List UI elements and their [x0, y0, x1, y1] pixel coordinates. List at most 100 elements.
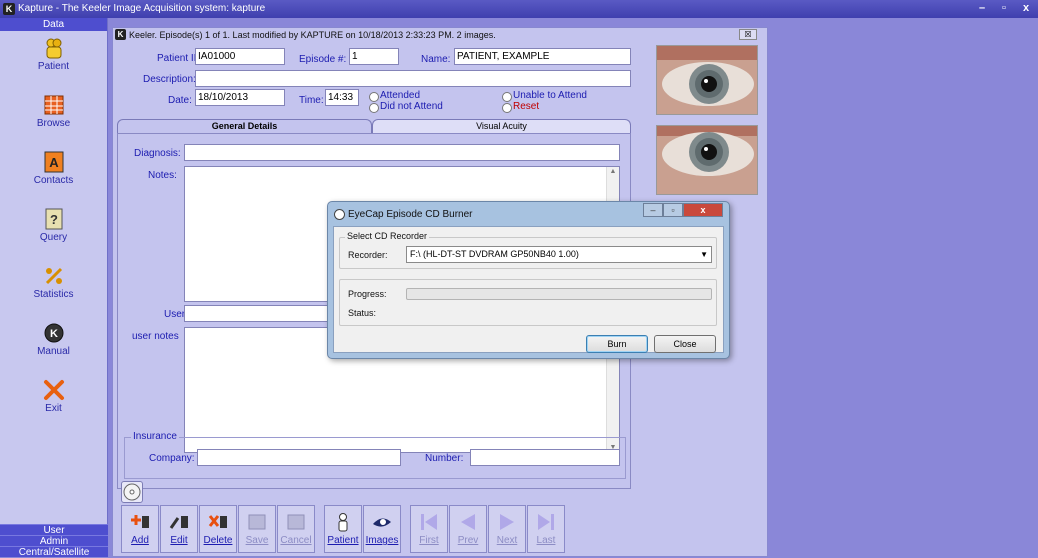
last-label: Last — [536, 535, 556, 546]
panel-close-button[interactable]: ☒ — [739, 29, 757, 40]
chevron-down-icon: ▼ — [700, 250, 708, 259]
description-label: Description: — [143, 74, 196, 85]
sidebar-item-label: Contacts — [33, 175, 74, 186]
eye-image-thumbnail-2[interactable] — [656, 125, 758, 195]
statistics-icon — [45, 267, 62, 285]
app-title: Kapture - The Keeler Image Acquisition s… — [18, 3, 266, 14]
patient-icon — [338, 513, 348, 532]
save-icon — [248, 514, 266, 530]
patient-label: Patient — [327, 535, 359, 546]
insurance-group: Insurance Company: Number: — [124, 431, 626, 479]
date-label: Date: — [168, 95, 192, 106]
sidebar-item-browse[interactable]: Browse — [0, 94, 107, 145]
sidebar-item-patient[interactable]: Patient — [0, 37, 107, 88]
date-field[interactable]: 18/10/2013 — [195, 89, 285, 106]
add-button[interactable]: Add — [121, 505, 159, 553]
browse-icon — [44, 95, 63, 115]
reset-radio[interactable]: Reset — [502, 101, 539, 113]
scroll-up-icon[interactable]: ▲ — [609, 168, 617, 175]
disc-icon — [334, 209, 345, 220]
cancel-icon — [287, 514, 305, 530]
user6-field[interactable] — [184, 305, 334, 322]
cancel-button[interactable]: Cancel — [277, 505, 315, 553]
eye-image-thumbnail-1[interactable] — [656, 45, 758, 115]
svg-text:?: ? — [50, 212, 58, 227]
diagnosis-field[interactable] — [184, 144, 620, 161]
patient-button[interactable]: Patient — [324, 505, 362, 553]
sidebar-central-satellite-tab[interactable]: Central/Satellite — [0, 546, 108, 558]
name-field[interactable]: PATIENT, EXAMPLE — [454, 48, 631, 65]
sidebar-header[interactable]: Data — [0, 18, 107, 31]
record-toolbar: Add Edit Delete Save Cancel Patient Imag… — [121, 505, 566, 553]
dialog-close-button[interactable]: x — [683, 203, 723, 217]
sidebar-item-label: Exit — [45, 403, 62, 414]
dialog-minimize-button[interactable]: – — [643, 203, 663, 217]
next-button[interactable]: Next — [488, 505, 526, 553]
eye-image-1 — [657, 46, 757, 114]
recorder-select[interactable]: F:\ (HL-DT-ST DVDRAM GP50NB40 1.00) ▼ — [406, 246, 712, 263]
delete-button[interactable]: Delete — [199, 505, 237, 553]
close-button[interactable]: x — [1016, 2, 1036, 16]
last-button[interactable]: Last — [527, 505, 565, 553]
diagnosis-label: Diagnosis: — [134, 148, 181, 159]
sidebar-item-label: Statistics — [33, 289, 74, 300]
recorder-selected-value: F:\ (HL-DT-ST DVDRAM GP50NB40 1.00) — [410, 249, 579, 259]
close-dialog-button[interactable]: Close — [654, 335, 716, 353]
sidebar-bottom-nav: User Admin Central/Satellite — [0, 524, 108, 558]
cancel-label: Cancel — [280, 535, 312, 546]
select-recorder-title: Select CD Recorder — [345, 231, 430, 241]
time-label: Time: — [299, 95, 324, 106]
next-icon — [500, 514, 514, 530]
sidebar-item-exit[interactable]: Exit — [0, 379, 107, 430]
dialog-body: Select CD Recorder Recorder: F:\ (HL-DT-… — [333, 226, 724, 353]
maximize-button[interactable]: ▫ — [994, 2, 1014, 16]
sidebar-item-label: Patient — [37, 61, 70, 72]
sidebar-item-statistics[interactable]: Statistics — [0, 265, 107, 316]
burn-button[interactable]: Burn — [586, 335, 648, 353]
dialog-maximize-button[interactable]: ▫ — [663, 203, 683, 217]
progress-label: Progress: — [348, 289, 387, 299]
exit-icon — [43, 380, 64, 400]
patient-id-field[interactable]: IA01000 — [195, 48, 285, 65]
sidebar-item-manual[interactable]: K Manual — [0, 322, 107, 373]
attended-radio[interactable]: Attended — [369, 90, 420, 102]
save-button[interactable]: Save — [238, 505, 276, 553]
description-field[interactable] — [195, 70, 631, 87]
images-button[interactable]: Images — [363, 505, 401, 553]
prev-button[interactable]: Prev — [449, 505, 487, 553]
did-not-attend-radio[interactable]: Did not Attend — [369, 101, 443, 113]
number-label: Number: — [425, 453, 464, 464]
company-field[interactable] — [197, 449, 401, 466]
sidebar-item-contacts[interactable]: A Contacts — [0, 151, 107, 202]
select-recorder-group: Select CD Recorder Recorder: F:\ (HL-DT-… — [339, 231, 717, 269]
next-label: Next — [496, 535, 518, 546]
tab-visual-acuity[interactable]: Visual Acuity — [372, 119, 631, 133]
query-icon: ? — [45, 208, 62, 230]
window-controls: – ▫ x — [972, 2, 1036, 16]
dialog-window-controls: – ▫ x — [643, 203, 723, 217]
time-field[interactable]: 14:33 — [325, 89, 359, 106]
sidebar-user-tab[interactable]: User — [0, 524, 108, 536]
minimize-button[interactable]: – — [972, 2, 992, 16]
sidebar-item-label: Query — [39, 232, 68, 243]
cd-burn-button[interactable] — [121, 481, 143, 503]
unable-to-attend-radio[interactable]: Unable to Attend — [502, 90, 587, 102]
edit-button[interactable]: Edit — [160, 505, 198, 553]
contacts-icon: A — [44, 151, 63, 173]
delete-label: Delete — [203, 535, 233, 546]
eye-image-2 — [657, 126, 757, 194]
episode-field[interactable]: 1 — [349, 48, 399, 65]
keeler-logo-icon: K — [115, 29, 126, 40]
name-label: Name: — [421, 54, 451, 65]
cd-burner-dialog: EyeCap Episode CD Burner – ▫ x Select CD… — [327, 201, 730, 359]
progress-bar — [406, 288, 712, 300]
episode-label: Episode #: — [299, 54, 347, 65]
prev-icon — [461, 514, 475, 530]
sidebar-item-query[interactable]: ? Query — [0, 208, 107, 259]
sidebar-item-label: Browse — [36, 118, 71, 129]
first-button[interactable]: First — [410, 505, 448, 553]
number-field[interactable] — [470, 449, 620, 466]
sidebar-admin-tab[interactable]: Admin — [0, 535, 108, 547]
tab-general-details[interactable]: General Details — [117, 119, 372, 133]
